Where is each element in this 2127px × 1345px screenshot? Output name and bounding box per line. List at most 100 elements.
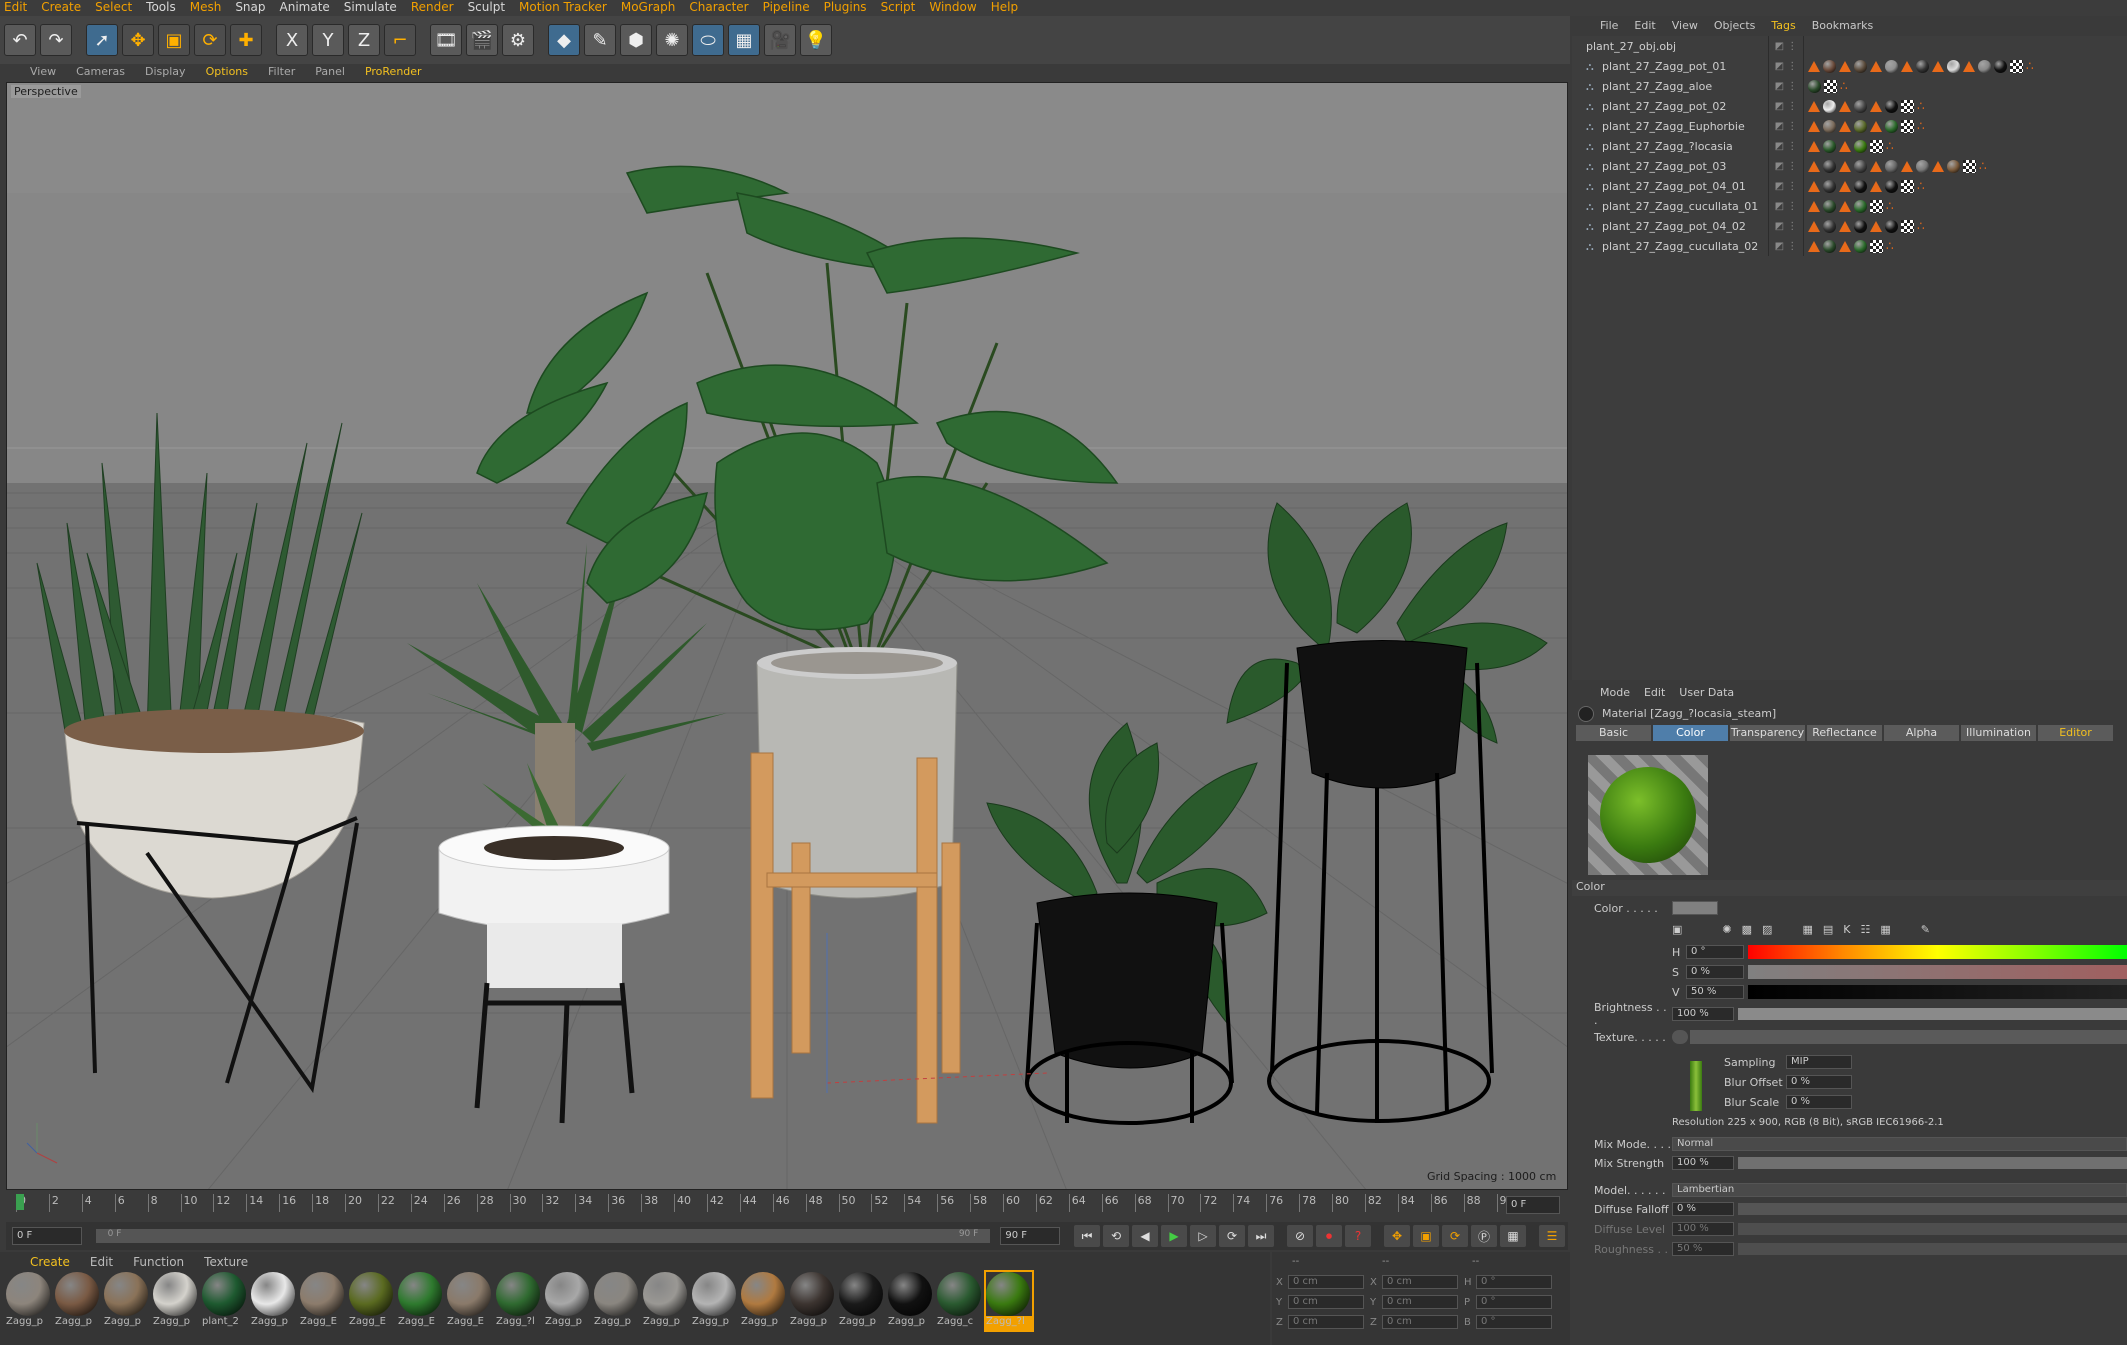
material-tag-icon[interactable]	[1854, 159, 1867, 173]
key-param-icon[interactable]: Ⓟ	[1471, 1225, 1498, 1247]
light-icon[interactable]: 💡	[800, 24, 832, 56]
object-menu-tags[interactable]: Tags	[1771, 16, 1795, 36]
diffuse-level-slider[interactable]	[1738, 1223, 2127, 1235]
phong-tag-icon[interactable]	[1901, 160, 1913, 172]
viewport-menu-cameras[interactable]: Cameras	[76, 64, 125, 80]
viewport-menu-filter[interactable]: Filter	[268, 64, 295, 80]
roughness-slider[interactable]	[1738, 1243, 2127, 1255]
x-axis-icon[interactable]: X	[276, 24, 308, 56]
coordinate-system-icon[interactable]: ⌐	[384, 24, 416, 56]
brightness-field[interactable]: 100 %	[1672, 1007, 1734, 1021]
selection-tag-icon[interactable]: ∴	[1917, 179, 1925, 193]
material-swatch[interactable]: Zagg_p	[153, 1272, 199, 1330]
help-icon[interactable]: ?	[1345, 1225, 1372, 1247]
selection-tag-icon[interactable]: ∴	[1886, 199, 1894, 213]
rgb-mode-icon[interactable]: ▦	[1802, 923, 1812, 936]
viewport-menu-view[interactable]: View	[30, 64, 56, 80]
goto-end-icon[interactable]: ⏭	[1248, 1225, 1275, 1247]
menu-tools[interactable]: Tools	[146, 0, 176, 16]
phong-tag-icon[interactable]	[1839, 160, 1851, 172]
camera-icon[interactable]: 🎥	[764, 24, 796, 56]
tab-transparency[interactable]: Transparency	[1730, 725, 1805, 741]
mix-strength-field[interactable]: 100 %	[1672, 1156, 1734, 1170]
tab-basic[interactable]: Basic	[1576, 725, 1651, 741]
phong-tag-icon[interactable]	[1932, 160, 1944, 172]
autokey-icon[interactable]: ⊘	[1287, 1225, 1314, 1247]
material-tag-icon[interactable]	[1823, 99, 1836, 113]
object-flags[interactable]: ◩ ⋮	[1768, 156, 1804, 176]
phong-tag-icon[interactable]	[1932, 60, 1944, 72]
phong-tag-icon[interactable]	[1808, 100, 1820, 112]
selection-tag-icon[interactable]: ∴	[1917, 219, 1925, 233]
selection-tag-icon[interactable]: ∴	[1886, 239, 1894, 253]
redo-icon[interactable]: ↷	[40, 24, 72, 56]
deformer-icon[interactable]: ⬭	[692, 24, 724, 56]
material-swatch[interactable]: Zagg_p	[888, 1272, 934, 1330]
object-menu-view[interactable]: View	[1672, 16, 1698, 36]
selection-tag-icon[interactable]: ∴	[2026, 59, 2034, 73]
tab-editor[interactable]: Editor	[2038, 725, 2113, 741]
selection-tag-icon[interactable]: ∴	[1917, 99, 1925, 113]
blur-offset-field[interactable]: 0 %	[1786, 1075, 1852, 1089]
material-tag-icon[interactable]	[1854, 219, 1867, 233]
floor-icon[interactable]: ▦	[728, 24, 760, 56]
material-tag-icon[interactable]	[1885, 99, 1898, 113]
playhead[interactable]	[16, 1194, 24, 1210]
timeline-layout-icon[interactable]: ☰	[1539, 1225, 1566, 1247]
viewport-3d[interactable]: Perspective Grid Spacing : 1000 cm	[6, 82, 1568, 1190]
material-tag-icon[interactable]	[1823, 119, 1836, 133]
object-flags[interactable]: ◩ ⋮	[1768, 96, 1804, 116]
object-row[interactable]: ⛬ plant_27_Zagg_pot_04_02 ◩ ⋮ ∴	[1572, 216, 2127, 236]
selection-tag-icon[interactable]: ∴	[1886, 139, 1894, 153]
viewport-menu-options[interactable]: Options	[206, 64, 248, 80]
key-scale-icon[interactable]: ▣	[1413, 1225, 1440, 1247]
cube-icon[interactable]: ◆	[548, 24, 580, 56]
key-position-icon[interactable]: ✥	[1384, 1225, 1411, 1247]
material-swatch[interactable]: Zagg_p	[790, 1272, 836, 1330]
phong-tag-icon[interactable]	[1808, 140, 1820, 152]
material-tag-icon[interactable]	[1823, 159, 1836, 173]
swatches-icon[interactable]: ▦	[1880, 923, 1890, 936]
coordinate-add-icon[interactable]: ✚	[230, 24, 262, 56]
object-flags[interactable]: ◩ ⋮	[1768, 176, 1804, 196]
y-axis-icon[interactable]: Y	[312, 24, 344, 56]
scale-tool-icon[interactable]: ✥	[122, 24, 154, 56]
material-tag-icon[interactable]	[1854, 239, 1867, 253]
diffuse-falloff-slider[interactable]	[1738, 1203, 2127, 1215]
diffuse-level-field[interactable]: 100 %	[1672, 1222, 1734, 1236]
menu-character[interactable]: Character	[689, 0, 748, 16]
phong-tag-icon[interactable]	[1839, 180, 1851, 192]
material-swatch[interactable]: Zagg_p	[545, 1272, 591, 1330]
hsv-mode-icon[interactable]: ▤	[1823, 923, 1833, 936]
material-tag-icon[interactable]	[1823, 239, 1836, 253]
coords-value-field[interactable]: 0 cm	[1382, 1275, 1458, 1289]
material-tag-icon[interactable]	[1808, 79, 1821, 93]
material-tag-icon[interactable]	[1916, 159, 1929, 173]
z-axis-icon[interactable]: Z	[348, 24, 380, 56]
coords-value-field[interactable]: 0 cm	[1382, 1315, 1458, 1329]
object-flags[interactable]: ◩ ⋮	[1768, 56, 1804, 76]
color-picker-icon[interactable]: ▣	[1672, 923, 1682, 936]
render-settings-icon[interactable]: ⚙	[502, 24, 534, 56]
phong-tag-icon[interactable]	[1808, 240, 1820, 252]
v-field[interactable]: 50 %	[1686, 985, 1744, 999]
uvw-tag-icon[interactable]	[1901, 219, 1914, 233]
pen-icon[interactable]: ✎	[584, 24, 616, 56]
object-menu-bookmarks[interactable]: Bookmarks	[1812, 16, 1873, 36]
uvw-tag-icon[interactable]	[2010, 59, 2023, 73]
material-swatch[interactable]: Zagg_E	[447, 1272, 493, 1330]
object-row[interactable]: ⛬ plant_27_Zagg_pot_02 ◩ ⋮ ∴	[1572, 96, 2127, 116]
subdivision-icon[interactable]: ⬢	[620, 24, 652, 56]
record-icon[interactable]: ⏺	[1316, 1225, 1343, 1247]
menu-mograph[interactable]: MoGraph	[621, 0, 676, 16]
material-tag-icon[interactable]	[1885, 219, 1898, 233]
menu-render[interactable]: Render	[411, 0, 454, 16]
spectrum-icon[interactable]: ▩	[1742, 923, 1752, 936]
object-menu-edit[interactable]: Edit	[1634, 16, 1655, 36]
tab-reflectance[interactable]: Reflectance	[1807, 725, 1882, 741]
coords-value-field[interactable]: 0 cm	[1382, 1295, 1458, 1309]
phong-tag-icon[interactable]	[1839, 60, 1851, 72]
image-icon[interactable]: ▨	[1762, 923, 1772, 936]
material-tag-icon[interactable]	[1823, 139, 1836, 153]
end-frame-field[interactable]: 90 F	[1000, 1227, 1061, 1245]
